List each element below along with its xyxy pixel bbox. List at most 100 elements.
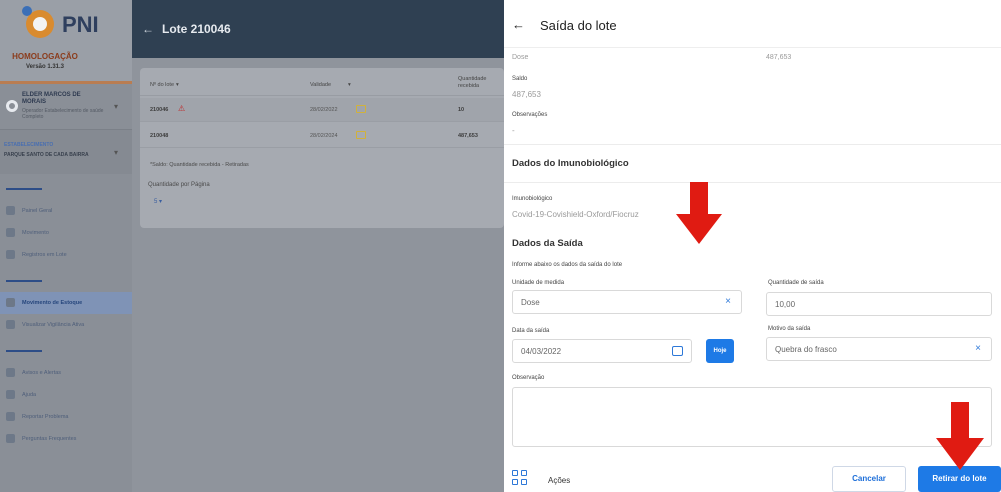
user-profile[interactable]: ELDER MARCOS DE MORAIS Operador Estabele…	[0, 84, 132, 130]
data-saida-label: Data da saída	[512, 328, 550, 334]
person-icon	[6, 320, 15, 329]
sidebar-item-label: Movimento de Estoque	[22, 300, 83, 306]
data-saida-value: 04/03/2022	[521, 347, 562, 356]
warning-icon: ⚠	[178, 104, 186, 113]
movement-icon	[6, 228, 15, 237]
establishment-selector[interactable]: ESTABELECIMENTO PARQUE SANTO DE CADA BAI…	[0, 130, 132, 174]
sidebar-divider	[6, 188, 42, 190]
column-header-quantidade[interactable]: Quantidade recebida	[458, 76, 498, 90]
panel-header: ← Saída do lote	[504, 0, 1001, 48]
unidade-select[interactable]: Dose ×	[512, 290, 742, 314]
dose-value: 487,653	[766, 54, 792, 61]
back-arrow-icon[interactable]: ←	[142, 22, 154, 36]
sidebar-item-label: Movimento	[22, 230, 49, 236]
sidebar-item-registros[interactable]: Registros em Lote	[0, 244, 132, 266]
hoje-button[interactable]: Hoje	[706, 339, 734, 363]
observacoes-value: -	[512, 126, 515, 135]
lot-exit-panel: ← Saída do lote Dose 487,653 Saldo 487,6…	[504, 0, 1001, 492]
sidebar-item-label: Visualizar Vigilância Ativa	[22, 322, 85, 328]
saldo-value: 487,653	[512, 90, 541, 99]
divider	[504, 144, 1001, 145]
dose-label: Dose	[512, 54, 529, 61]
chevron-down-icon[interactable]: ▾	[114, 148, 118, 157]
motivo-value: Quebra do frasco	[775, 345, 837, 354]
table-row[interactable]: 210048 28/02/2024 487,653	[140, 124, 504, 148]
observacoes-label: Observações	[512, 112, 548, 118]
grid-icon[interactable]	[512, 470, 528, 486]
motivo-label: Motivo da saída	[768, 326, 811, 332]
sidebar-divider	[6, 350, 42, 352]
per-page-label: Quantidade por Página	[148, 182, 210, 188]
cell-validade: 28/02/2022	[310, 107, 338, 113]
sidebar-item-label: Avisos e Alertas	[22, 370, 62, 376]
imuno-label: Imunobiológico	[512, 196, 553, 202]
sidebar-item-label: Ajuda	[22, 392, 37, 398]
main-header: ← Lote 210046	[132, 0, 504, 58]
cell-lote: 210048	[150, 133, 169, 139]
column-header-validade[interactable]: Validade	[310, 82, 331, 88]
imuno-value: Covid-19-Covishield-Oxford/Fiocruz	[512, 210, 639, 219]
alert-icon	[6, 368, 15, 377]
user-role: Operador Estabelecimento de saúde Comple…	[22, 108, 104, 120]
table-header: Nº do lote ▾ Validade ▾ Quantidade receb…	[140, 68, 504, 96]
sidebar-item-movimento[interactable]: Movimento	[0, 222, 132, 244]
quantidade-label: Quantidade de saída	[768, 280, 824, 286]
version-label: Versão 1.31.3	[25, 64, 65, 70]
chevron-down-icon[interactable]: ▾	[114, 102, 118, 111]
faq-icon	[6, 434, 15, 443]
saida-hint: Informe abaixo os dados da saída do lote	[512, 262, 623, 268]
sort-icon[interactable]: ▾	[348, 82, 351, 88]
sidebar-item-reportar[interactable]: Reportar Problema	[0, 406, 132, 428]
help-icon	[6, 390, 15, 399]
sidebar-item-estoque[interactable]: Movimento de Estoque	[0, 292, 132, 314]
saldo-note: *Saldo: Quantidade recebida - Retiradas	[150, 162, 249, 168]
cell-lote: 210046	[150, 107, 169, 113]
sort-icon[interactable]: ▾	[176, 82, 179, 88]
user-name: ELDER MARCOS DE MORAIS	[22, 92, 81, 105]
clear-icon[interactable]: ×	[725, 296, 731, 307]
table-row[interactable]: 210046 ⚠ 28/02/2022 10	[140, 98, 504, 122]
sidebar-logo-area: PNI HOMOLOGAÇÃO Versão 1.31.3	[0, 0, 132, 84]
establishment-value: PARQUE SANTO DE CADA BAIRRA	[4, 152, 89, 158]
unidade-value: Dose	[521, 298, 540, 307]
clear-icon[interactable]: ×	[975, 343, 981, 354]
motivo-select[interactable]: Quebra do frasco ×	[766, 337, 992, 361]
red-arrow-icon	[936, 402, 984, 470]
sidebar-item-painel[interactable]: Painel Geral	[0, 200, 132, 222]
sidebar-item-label: Perguntas Frequentes	[22, 436, 77, 442]
saida-section-title: Dados da Saída	[512, 238, 583, 249]
chevron-down-icon: ▾	[159, 199, 163, 205]
sidebar-divider	[6, 280, 42, 282]
saldo-label: Saldo	[512, 76, 528, 82]
cancel-button[interactable]: Cancelar	[832, 466, 906, 492]
logo-dot-icon	[22, 6, 32, 16]
environment-label: HOMOLOGAÇÃO	[12, 52, 78, 61]
sidebar-item-ajuda[interactable]: Ajuda	[0, 384, 132, 406]
calendar-icon[interactable]	[672, 346, 683, 356]
sidebar: PNI HOMOLOGAÇÃO Versão 1.31.3 ELDER MARC…	[0, 0, 132, 492]
sidebar-item-label: Reportar Problema	[22, 414, 69, 420]
back-arrow-icon[interactable]: ←	[512, 17, 525, 32]
per-page-value: 5	[154, 199, 158, 205]
panel-title: Saída do lote	[540, 18, 617, 33]
data-saida-input[interactable]: 04/03/2022	[512, 339, 692, 363]
cell-quantidade: 10	[458, 107, 465, 113]
stock-icon	[6, 298, 15, 307]
observacao-label: Observação	[512, 375, 545, 381]
observacao-textarea[interactable]	[512, 387, 992, 447]
sidebar-item-vigilancia[interactable]: Visualizar Vigilância Ativa	[0, 314, 132, 336]
per-page-select[interactable]: 5 ▾	[154, 198, 162, 205]
red-arrow-icon	[676, 182, 722, 244]
sidebar-item-avisos[interactable]: Avisos e Alertas	[0, 362, 132, 384]
app-name: PNI	[62, 12, 99, 37]
dashboard-icon	[6, 206, 15, 215]
sidebar-item-faq[interactable]: Perguntas Frequentes	[0, 428, 132, 450]
column-header-lote[interactable]: Nº do lote	[150, 82, 174, 88]
sidebar-item-label: Registros em Lote	[22, 252, 67, 258]
page-title: Lote 210046	[162, 22, 231, 36]
user-icon	[6, 100, 18, 112]
quantidade-input[interactable]: 10,00	[766, 292, 992, 316]
actions-label[interactable]: Ações	[548, 476, 570, 485]
establishment-label: ESTABELECIMENTO	[4, 142, 54, 148]
cell-quantidade: 487,653	[458, 133, 478, 139]
